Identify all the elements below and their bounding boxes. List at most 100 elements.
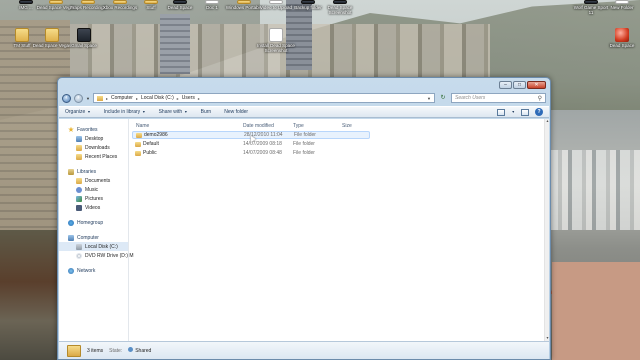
nav-item-documents[interactable]: Documents <box>59 176 128 185</box>
folder-icon <box>15 28 29 42</box>
nav-item-downloads[interactable]: Downloads <box>59 143 128 152</box>
dvd-drive-icon <box>76 252 82 259</box>
nav-item-videos[interactable]: Videos <box>59 203 128 212</box>
app-icon <box>584 0 598 4</box>
breadcrumb-computer[interactable]: Computer <box>111 95 133 101</box>
app-icon <box>19 0 33 4</box>
app-icon <box>615 28 629 42</box>
column-name[interactable]: Name <box>136 123 149 129</box>
chevron-down-icon: ▼ <box>183 110 188 114</box>
document-icon <box>615 0 629 4</box>
folder-icon <box>136 132 142 138</box>
refresh-button[interactable]: ↻ <box>438 93 448 103</box>
folder-icon <box>67 344 81 357</box>
nav-item-computer[interactable]: Computer <box>59 233 128 242</box>
forward-button[interactable]: › <box>74 93 83 103</box>
file-date: 14/07/2009 08:48 <box>243 150 282 156</box>
chevron-right-icon: ▸ <box>176 95 179 101</box>
nav-item-pictures[interactable]: Pictures <box>59 194 128 203</box>
explorer-content: Favorites Desktop Downloads Recent Place… <box>59 119 549 341</box>
nav-label: Libraries <box>77 168 97 175</box>
nav-item-homegroup[interactable]: Homegroup <box>59 218 128 227</box>
desktop-icon[interactable]: Dead Space <box>602 28 640 48</box>
address-bar[interactable]: ▸ Computer ▸ Local Disk (C:) ▸ Users ▸ ▼ <box>92 93 435 103</box>
chevron-down-icon[interactable]: ▼ <box>427 96 431 101</box>
file-row-public[interactable]: Public 14/07/2009 08:48 File folder <box>132 149 370 157</box>
nav-item-local-disk[interactable]: Local Disk (C:) <box>59 242 128 251</box>
window-controls: – □ ✕ <box>499 81 546 89</box>
nav-label: Documents <box>85 177 111 184</box>
share-with-label: Share with <box>158 109 183 115</box>
history-dropdown-icon[interactable]: ▼ <box>86 96 90 101</box>
pictures-icon <box>76 195 82 202</box>
folder-icon <box>113 0 127 4</box>
desktop-icon-label: Doc 1 <box>206 5 218 10</box>
folder-icon <box>135 141 141 147</box>
search-input[interactable]: Search Users ⚲ <box>451 93 546 103</box>
recent-places-icon <box>76 153 82 160</box>
hard-disk-icon <box>76 243 82 250</box>
desktop-icon[interactable]: Install Dead Space Screenshot <box>256 28 296 53</box>
include-in-library-button[interactable]: Include in library ▼ <box>104 109 146 115</box>
close-button[interactable]: ✕ <box>527 81 546 89</box>
details-pane: 3 items State: Shared <box>59 341 549 359</box>
star-icon <box>68 126 74 132</box>
nav-item-libraries[interactable]: Libraries <box>59 167 128 176</box>
nav-label: Desktop <box>85 135 104 142</box>
back-arrow-icon: ‹ <box>65 94 68 101</box>
nav-item-desktop[interactable]: Desktop <box>59 134 128 143</box>
breadcrumb-users[interactable]: Users <box>182 95 195 101</box>
nav-label: Music <box>85 186 99 193</box>
nav-item-recent-places[interactable]: Recent Places <box>59 152 128 161</box>
file-date: 14/07/2009 08:18 <box>243 141 282 147</box>
chevron-down-icon[interactable]: ▼ <box>512 110 515 114</box>
nav-label: Recent Places <box>85 153 118 160</box>
minimize-button[interactable]: – <box>499 81 512 89</box>
nav-label: Local Disk (C:) <box>85 243 118 250</box>
column-type[interactable]: Type <box>293 123 304 129</box>
folder-icon <box>135 150 141 156</box>
nav-item-music[interactable]: Music <box>59 185 128 194</box>
nav-item-dvd-drive[interactable]: DVD RW Drive (D:) M <box>59 251 134 260</box>
app-icon <box>173 0 187 4</box>
desktop-icon[interactable]: Dead Space Screenshot <box>320 0 360 15</box>
share-with-button[interactable]: Share with ▼ <box>159 109 188 115</box>
explorer-window[interactable]: – □ ✕ ‹ › ▼ ▸ Computer ▸ Local Disk (C:)… <box>57 77 551 360</box>
nav-item-favorites[interactable]: Favorites <box>59 125 128 134</box>
burn-button[interactable]: Burn <box>201 109 212 115</box>
desktop-icon[interactable]: New Folder <box>602 0 640 10</box>
column-size[interactable]: Size <box>342 123 352 129</box>
back-button[interactable]: ‹ <box>62 93 71 103</box>
change-view-icon[interactable] <box>496 108 505 116</box>
column-headers: Name Date modified Type Size <box>129 121 549 130</box>
desktop-icon-label: Dead Space <box>167 5 193 10</box>
file-type: File folder <box>293 141 315 147</box>
vertical-scrollbar[interactable]: ▲ ▼ <box>544 119 549 341</box>
desktop-icon-label: Backup folder <box>294 5 322 10</box>
desktop-icon[interactable]: Gmail Space <box>64 28 104 48</box>
videos-icon <box>76 204 82 211</box>
desktop-icon-label: Dead Space <box>609 43 635 48</box>
folder-icon <box>144 0 158 4</box>
maximize-button[interactable]: □ <box>513 81 526 89</box>
nav-label: Computer <box>77 234 99 241</box>
state-text: Shared <box>135 348 152 354</box>
organize-button[interactable]: Organize ▼ <box>65 109 91 115</box>
desktop-icon-label: Dead Space Screenshot <box>327 5 353 15</box>
help-icon[interactable]: ? <box>535 108 543 116</box>
file-type: File folder <box>293 150 315 156</box>
nav-item-network[interactable]: Network <box>59 266 128 275</box>
refresh-icon: ↻ <box>440 95 446 101</box>
libraries-icon <box>68 168 74 175</box>
address-row: ‹ › ▼ ▸ Computer ▸ Local Disk (C:) ▸ Use… <box>62 92 546 104</box>
app-icon <box>77 28 91 42</box>
new-folder-button[interactable]: New folder <box>224 109 248 115</box>
folder-icon <box>237 0 251 4</box>
view-tools: ▼ ? <box>496 108 543 116</box>
column-date-modified[interactable]: Date modified <box>243 123 274 129</box>
scroll-up-icon[interactable]: ▲ <box>545 119 550 124</box>
desktop-icon-label: IMG ... <box>19 5 33 10</box>
desktop-icon-label: Gmail Space <box>71 43 97 48</box>
breadcrumb-local-disk[interactable]: Local Disk (C:) <box>141 95 174 101</box>
preview-pane-icon[interactable] <box>521 108 529 116</box>
